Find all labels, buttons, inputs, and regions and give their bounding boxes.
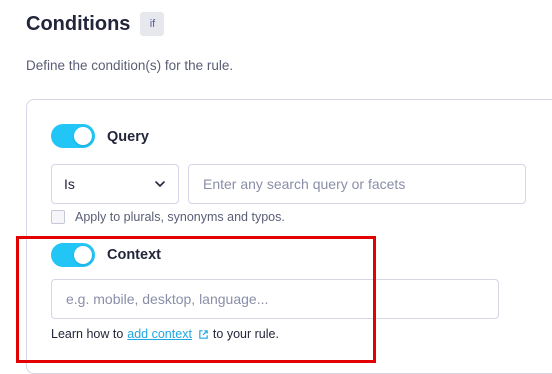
apply-plurals-row: Apply to plurals, synonyms and typos.: [51, 210, 285, 224]
context-input[interactable]: [51, 279, 499, 319]
section-header: Conditions if: [26, 12, 165, 36]
page-title: Conditions: [26, 12, 131, 35]
toggle-knob: [74, 127, 92, 145]
add-context-link[interactable]: add context: [127, 327, 192, 341]
query-operator-value: Is: [64, 176, 75, 192]
context-help-text: Learn how to add context to your rule.: [51, 327, 279, 341]
query-search-input[interactable]: [188, 164, 526, 204]
apply-plurals-checkbox[interactable]: [51, 210, 65, 224]
section-subtitle: Define the condition(s) for the rule.: [26, 58, 234, 73]
external-link-icon: [198, 329, 209, 340]
query-toggle-label: Query: [107, 129, 149, 145]
apply-plurals-label: Apply to plurals, synonyms and typos.: [75, 210, 285, 224]
query-toggle[interactable]: [51, 124, 95, 148]
context-toggle-label: Context: [107, 247, 161, 263]
query-operator-select[interactable]: Is: [51, 164, 179, 204]
help-prefix: Learn how to: [51, 327, 124, 341]
chevron-down-icon: [154, 178, 166, 190]
toggle-knob: [74, 246, 92, 264]
context-toggle[interactable]: [51, 243, 95, 267]
help-suffix: to your rule.: [212, 327, 279, 341]
if-badge: if: [140, 12, 165, 36]
